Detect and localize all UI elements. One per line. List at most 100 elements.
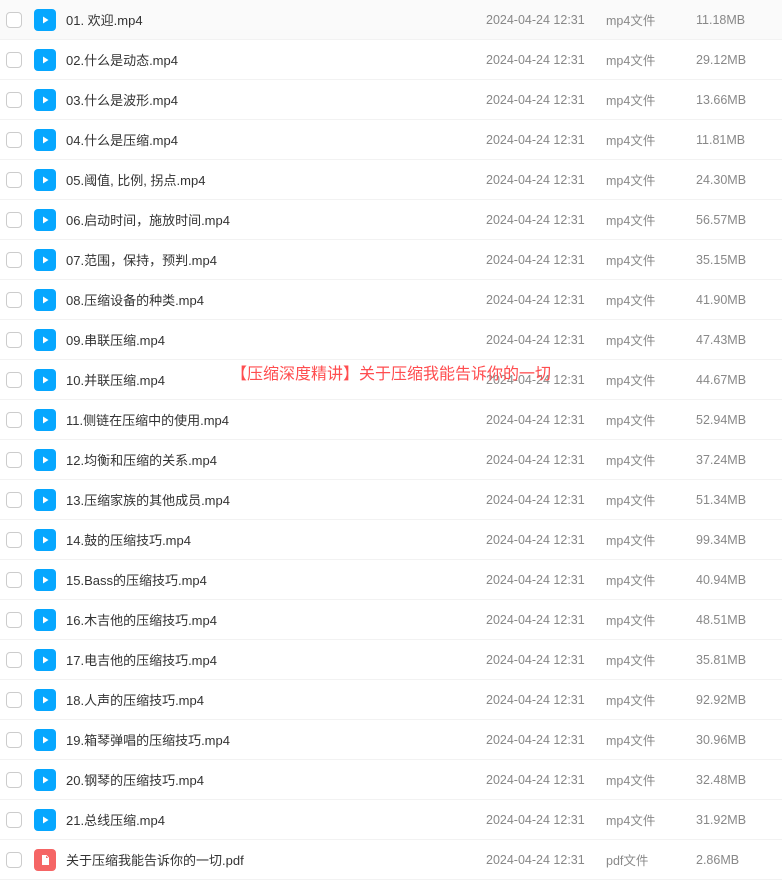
file-date: 2024-04-24 12:31	[486, 693, 606, 707]
select-checkbox[interactable]	[6, 532, 22, 548]
file-row[interactable]: 关于压缩我能告诉你的一切.pdf2024-04-24 12:31pdf文件2.8…	[0, 840, 782, 880]
select-checkbox[interactable]	[6, 12, 22, 28]
select-checkbox[interactable]	[6, 572, 22, 588]
file-row[interactable]: 19.箱琴弹唱的压缩技巧.mp42024-04-24 12:31mp4文件30.…	[0, 720, 782, 760]
select-checkbox[interactable]	[6, 732, 22, 748]
select-checkbox[interactable]	[6, 172, 22, 188]
file-name[interactable]: 21.总线压缩.mp4	[66, 810, 486, 829]
file-size: 40.94MB	[696, 573, 776, 587]
video-icon	[34, 689, 56, 711]
file-date: 2024-04-24 12:31	[486, 613, 606, 627]
select-checkbox[interactable]	[6, 652, 22, 668]
file-name[interactable]: 12.均衡和压缩的关系.mp4	[66, 450, 486, 469]
file-row[interactable]: 20.钢琴的压缩技巧.mp42024-04-24 12:31mp4文件32.48…	[0, 760, 782, 800]
select-checkbox[interactable]	[6, 332, 22, 348]
file-name[interactable]: 20.钢琴的压缩技巧.mp4	[66, 770, 486, 789]
select-checkbox[interactable]	[6, 92, 22, 108]
select-checkbox[interactable]	[6, 852, 22, 868]
select-checkbox[interactable]	[6, 252, 22, 268]
file-name[interactable]: 09.串联压缩.mp4	[66, 330, 486, 349]
file-name[interactable]: 14.鼓的压缩技巧.mp4	[66, 530, 486, 549]
file-row[interactable]: 01. 欢迎.mp42024-04-24 12:31mp4文件11.18MB	[0, 0, 782, 40]
file-size: 11.18MB	[696, 13, 776, 27]
select-checkbox[interactable]	[6, 812, 22, 828]
file-name[interactable]: 11.侧链在压缩中的使用.mp4	[66, 410, 486, 429]
file-row[interactable]: 06.启动时间，施放时间.mp42024-04-24 12:31mp4文件56.…	[0, 200, 782, 240]
file-date: 2024-04-24 12:31	[486, 853, 606, 867]
file-date: 2024-04-24 12:31	[486, 373, 606, 387]
file-row[interactable]: 14.鼓的压缩技巧.mp42024-04-24 12:31mp4文件99.34M…	[0, 520, 782, 560]
file-row[interactable]: 03.什么是波形.mp42024-04-24 12:31mp4文件13.66MB	[0, 80, 782, 120]
video-icon	[34, 369, 56, 391]
file-type: mp4文件	[606, 770, 696, 789]
video-icon	[34, 489, 56, 511]
file-size: 24.30MB	[696, 173, 776, 187]
select-checkbox[interactable]	[6, 412, 22, 428]
select-checkbox[interactable]	[6, 492, 22, 508]
file-row[interactable]: 11.侧链在压缩中的使用.mp42024-04-24 12:31mp4文件52.…	[0, 400, 782, 440]
select-checkbox[interactable]	[6, 612, 22, 628]
file-size: 52.94MB	[696, 413, 776, 427]
file-name[interactable]: 04.什么是压缩.mp4	[66, 130, 486, 149]
file-row[interactable]: 13.压缩家族的其他成员.mp42024-04-24 12:31mp4文件51.…	[0, 480, 782, 520]
select-checkbox[interactable]	[6, 132, 22, 148]
video-icon	[34, 329, 56, 351]
file-name[interactable]: 02.什么是动态.mp4	[66, 50, 486, 69]
file-row[interactable]: 05.阈值, 比例, 拐点.mp42024-04-24 12:31mp4文件24…	[0, 160, 782, 200]
file-type: mp4文件	[606, 290, 696, 309]
file-name[interactable]: 03.什么是波形.mp4	[66, 90, 486, 109]
video-icon	[34, 609, 56, 631]
file-date: 2024-04-24 12:31	[486, 133, 606, 147]
file-row[interactable]: 08.压缩设备的种类.mp42024-04-24 12:31mp4文件41.90…	[0, 280, 782, 320]
select-checkbox[interactable]	[6, 52, 22, 68]
file-row[interactable]: 12.均衡和压缩的关系.mp42024-04-24 12:31mp4文件37.2…	[0, 440, 782, 480]
file-size: 13.66MB	[696, 93, 776, 107]
file-row[interactable]: 09.串联压缩.mp42024-04-24 12:31mp4文件47.43MB	[0, 320, 782, 360]
file-size: 47.43MB	[696, 333, 776, 347]
select-checkbox[interactable]	[6, 292, 22, 308]
file-name[interactable]: 01. 欢迎.mp4	[66, 10, 486, 29]
file-row[interactable]: 18.人声的压缩技巧.mp42024-04-24 12:31mp4文件92.92…	[0, 680, 782, 720]
file-row[interactable]: 04.什么是压缩.mp42024-04-24 12:31mp4文件11.81MB	[0, 120, 782, 160]
file-name[interactable]: 17.电吉他的压缩技巧.mp4	[66, 650, 486, 669]
file-name[interactable]: 08.压缩设备的种类.mp4	[66, 290, 486, 309]
select-checkbox[interactable]	[6, 452, 22, 468]
file-date: 2024-04-24 12:31	[486, 493, 606, 507]
file-name[interactable]: 06.启动时间，施放时间.mp4	[66, 210, 486, 229]
file-date: 2024-04-24 12:31	[486, 653, 606, 667]
video-icon	[34, 569, 56, 591]
file-row[interactable]: 21.总线压缩.mp42024-04-24 12:31mp4文件31.92MB	[0, 800, 782, 840]
select-checkbox[interactable]	[6, 212, 22, 228]
file-date: 2024-04-24 12:31	[486, 813, 606, 827]
file-date: 2024-04-24 12:31	[486, 333, 606, 347]
file-name[interactable]: 10.并联压缩.mp4	[66, 370, 486, 389]
file-size: 35.81MB	[696, 653, 776, 667]
file-date: 2024-04-24 12:31	[486, 453, 606, 467]
file-type: mp4文件	[606, 410, 696, 429]
file-row[interactable]: 02.什么是动态.mp42024-04-24 12:31mp4文件29.12MB	[0, 40, 782, 80]
file-name[interactable]: 15.Bass的压缩技巧.mp4	[66, 570, 486, 589]
file-date: 2024-04-24 12:31	[486, 173, 606, 187]
file-row[interactable]: 15.Bass的压缩技巧.mp42024-04-24 12:31mp4文件40.…	[0, 560, 782, 600]
select-checkbox[interactable]	[6, 692, 22, 708]
file-name[interactable]: 13.压缩家族的其他成员.mp4	[66, 490, 486, 509]
file-size: 44.67MB	[696, 373, 776, 387]
file-size: 37.24MB	[696, 453, 776, 467]
select-checkbox[interactable]	[6, 772, 22, 788]
file-date: 2024-04-24 12:31	[486, 533, 606, 547]
file-row[interactable]: 17.电吉他的压缩技巧.mp42024-04-24 12:31mp4文件35.8…	[0, 640, 782, 680]
file-row[interactable]: 10.并联压缩.mp42024-04-24 12:31mp4文件44.67MB	[0, 360, 782, 400]
file-name[interactable]: 16.木吉他的压缩技巧.mp4	[66, 610, 486, 629]
file-name[interactable]: 05.阈值, 比例, 拐点.mp4	[66, 170, 486, 189]
file-row[interactable]: 07.范围，保持，预判.mp42024-04-24 12:31mp4文件35.1…	[0, 240, 782, 280]
file-name[interactable]: 关于压缩我能告诉你的一切.pdf	[66, 850, 486, 869]
video-icon	[34, 249, 56, 271]
select-checkbox[interactable]	[6, 372, 22, 388]
file-name[interactable]: 07.范围，保持，预判.mp4	[66, 250, 486, 269]
file-name[interactable]: 19.箱琴弹唱的压缩技巧.mp4	[66, 730, 486, 749]
file-row[interactable]: 16.木吉他的压缩技巧.mp42024-04-24 12:31mp4文件48.5…	[0, 600, 782, 640]
file-name[interactable]: 18.人声的压缩技巧.mp4	[66, 690, 486, 709]
file-type: mp4文件	[606, 370, 696, 389]
file-type: mp4文件	[606, 170, 696, 189]
video-icon	[34, 529, 56, 551]
